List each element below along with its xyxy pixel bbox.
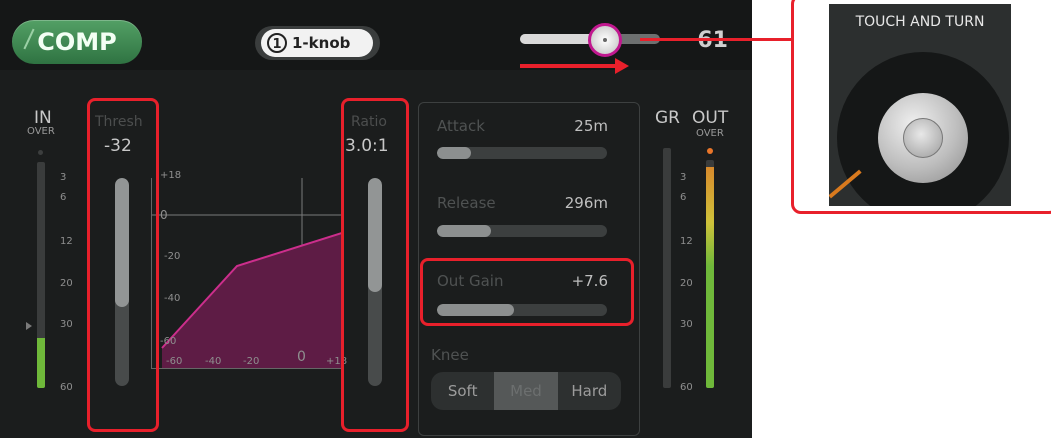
comp-button[interactable]: COMP — [12, 20, 142, 64]
out-over-led — [707, 148, 713, 154]
graph-y-tick: 0 — [160, 208, 168, 222]
in-scale-label: 6 — [60, 192, 67, 203]
in-over-led — [38, 150, 43, 155]
in-over-label: OVER — [27, 126, 55, 137]
release-slider[interactable] — [437, 225, 607, 237]
graph-y-tick: -40 — [164, 293, 181, 304]
knob-slider-thumb[interactable] — [588, 23, 622, 57]
attack-value: 25m — [574, 117, 608, 135]
knee-label: Knee — [431, 346, 469, 364]
touch-and-turn-knob-image: TOUCH AND TURN — [829, 4, 1011, 206]
threshold-highlight — [87, 98, 159, 432]
out-over-label: OVER — [696, 128, 724, 139]
out-meter-title: OUT — [692, 108, 729, 128]
knee-selector: Soft Med Hard — [431, 372, 621, 410]
graph-y-tick: -20 — [164, 251, 181, 262]
in-scale-label: 12 — [60, 236, 73, 247]
knee-option-soft[interactable]: Soft — [431, 372, 494, 410]
graph-x-tick: -60 — [166, 356, 183, 367]
knob-cap — [903, 118, 943, 158]
comp-on-indicator — [23, 28, 35, 50]
knob-selector[interactable]: 1 1-knob — [255, 26, 380, 60]
drag-arrow-line — [520, 64, 620, 68]
attack-slider-fill — [437, 147, 471, 159]
transfer-curve-svg — [152, 178, 342, 368]
out-scale-label: 30 — [680, 319, 693, 330]
out-level-fill — [706, 166, 714, 388]
in-scale-label: 30 — [60, 319, 73, 330]
in-level-meter — [37, 162, 45, 388]
out-scale-label: 3 — [680, 172, 687, 183]
touch-and-turn-label: TOUCH AND TURN — [855, 14, 985, 30]
out-gain-highlight — [420, 258, 634, 326]
in-scale-label: 3 — [60, 172, 67, 183]
gr-meter — [663, 148, 671, 388]
gr-meter-title: GR — [655, 108, 680, 128]
compressor-curve-graph — [151, 178, 342, 369]
knee-option-hard[interactable]: Hard — [558, 372, 621, 410]
attack-label: Attack — [437, 117, 485, 135]
graph-x-tick: -20 — [243, 356, 260, 367]
knob-mode-label: 1-knob — [292, 34, 351, 52]
in-scale-label: 20 — [60, 278, 73, 289]
release-label: Release — [437, 194, 496, 212]
comp-editor-screen: COMP 1 1-knob 61 IN OVER 3 6 12 20 30 60… — [0, 0, 752, 438]
in-threshold-marker-icon — [26, 322, 32, 330]
out-scale-label: 60 — [680, 382, 693, 393]
out-scale-label: 12 — [680, 236, 693, 247]
graph-y-tick: +18 — [160, 170, 182, 181]
release-slider-fill — [437, 225, 492, 237]
graph-y-tick: -60 — [160, 336, 177, 347]
knee-option-med[interactable]: Med — [494, 372, 558, 410]
graph-x-tick: 0 — [297, 349, 306, 365]
out-level-meter — [706, 160, 714, 388]
out-scale-label: 20 — [680, 278, 693, 289]
out-scale-label: 6 — [680, 192, 687, 203]
in-level-fill — [37, 338, 45, 388]
comp-button-label: COMP — [37, 28, 117, 56]
callout-connector — [640, 38, 792, 41]
attack-slider[interactable] — [437, 147, 607, 159]
ratio-highlight — [341, 98, 409, 432]
drag-arrow-head — [615, 58, 629, 74]
release-value: 296m — [564, 194, 608, 212]
in-meter-title: IN — [34, 108, 52, 128]
in-scale-label: 60 — [60, 382, 73, 393]
graph-x-tick: -40 — [205, 356, 222, 367]
circled-number-icon: 1 — [267, 33, 287, 53]
